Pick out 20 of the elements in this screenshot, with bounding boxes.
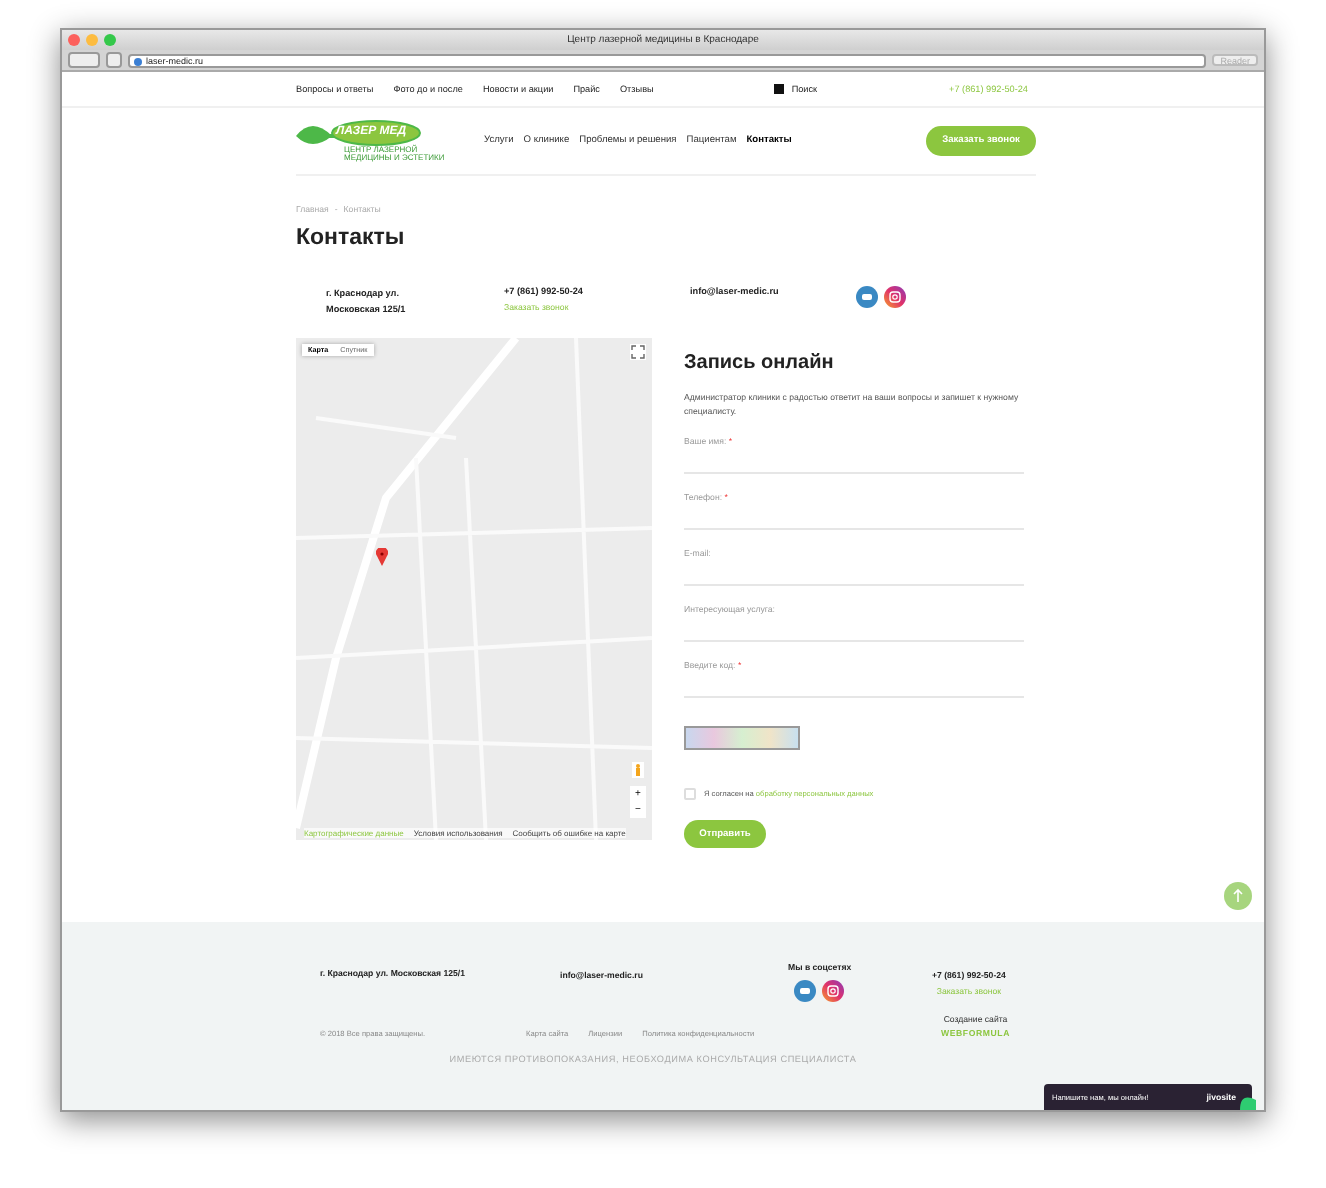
scroll-up-button[interactable] [1224, 882, 1252, 910]
vk-icon[interactable] [856, 286, 878, 308]
close-icon[interactable] [68, 34, 80, 46]
leaf-icon [1240, 1092, 1256, 1110]
vk-icon[interactable] [794, 980, 816, 1002]
instagram-icon[interactable] [822, 980, 844, 1002]
consent-checkbox[interactable] [684, 788, 696, 800]
maximize-icon[interactable] [104, 34, 116, 46]
page-title: Контакты [296, 226, 407, 250]
form-title: Запись онлайн [684, 352, 836, 374]
globe-icon [134, 57, 142, 65]
fullscreen-icon[interactable] [630, 344, 646, 360]
captcha-image [684, 726, 800, 750]
new-tab-button[interactable] [106, 52, 122, 68]
back-forward-buttons[interactable] [68, 52, 100, 68]
instagram-icon[interactable] [884, 286, 906, 308]
pegman-icon[interactable] [632, 762, 644, 778]
square-icon [773, 84, 784, 94]
map-pin-icon [376, 548, 388, 566]
minimize-icon[interactable] [86, 34, 98, 46]
